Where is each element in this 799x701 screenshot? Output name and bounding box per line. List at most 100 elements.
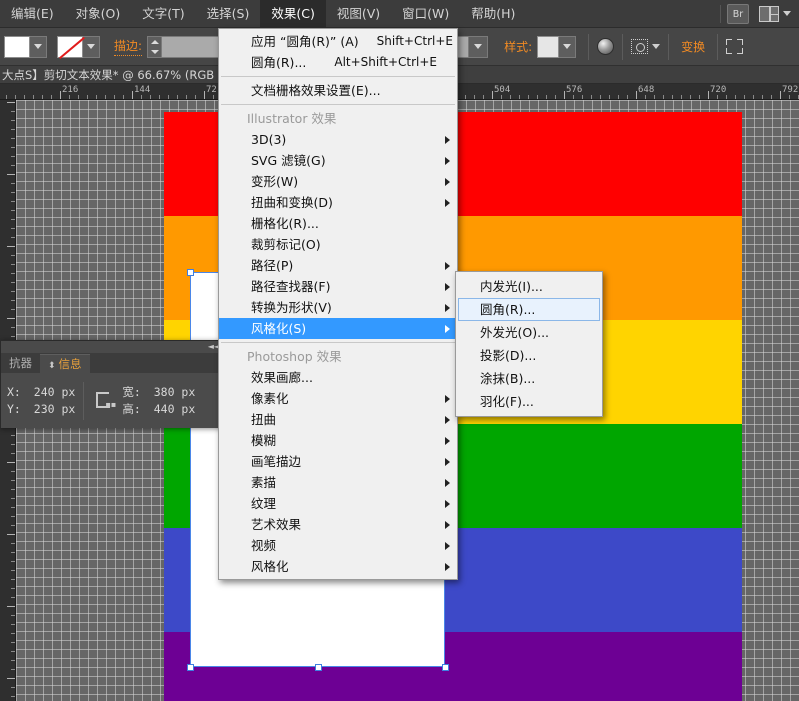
menu-help[interactable]: 帮助(H) [460,0,526,28]
stylize-submenu[interactable]: 内发光(I)... 圆角(R)... 外发光(O)... 投影(D)... 涂抹(B).… [455,271,603,417]
ruler-minor-tick [177,95,178,99]
ruler-label: 504 [494,85,511,95]
fill-swatch-group[interactable] [4,35,47,58]
info-panel-titlebar[interactable]: ◄◄ [1,341,223,353]
ruler-major-tick [564,91,565,99]
menu-item-shortcut: Shift+Ctrl+E [376,34,453,48]
ruler-label: 216 [62,85,79,95]
stroke-weight-stepper[interactable] [147,35,163,58]
menu-item-13[interactable]: 路径查找器(F) [219,276,457,297]
menu-item-6[interactable]: 3D(3) [219,129,457,150]
submenu-item-3[interactable]: 投影(D)... [456,344,602,367]
ruler-minor-tick [717,95,718,99]
ruler-minor-tick [141,95,142,99]
ruler-minor-tick [15,95,16,99]
menu-item-18[interactable]: 效果画廊... [219,367,457,388]
menu-item-11[interactable]: 裁剪标记(O) [219,234,457,255]
style-dropdown[interactable] [559,35,577,58]
fill-dropdown-button[interactable] [30,35,47,58]
menu-item-9[interactable]: 扭曲和变换(D) [219,192,457,213]
crop-marks-icon[interactable] [726,39,744,54]
menu-edit[interactable]: 编辑(E) [0,0,65,28]
info-panel-body: X: 240 px Y: 230 px ▪▪ 宽: 380 px 高: 440 … [1,373,223,428]
menu-item-23[interactable]: 素描 [219,472,457,493]
menu-item-27[interactable]: 风格化 [219,556,457,577]
menu-item-14[interactable]: 转换为形状(V) [219,297,457,318]
ruler-minor-tick [78,95,79,99]
info-panel-divider [83,381,85,420]
panel-tab-aligner[interactable]: 抗器 [1,354,40,373]
menu-item-1[interactable]: 圆角(R)... Alt+Shift+Ctrl+E [219,52,457,73]
submenu-arrow-icon [445,394,450,403]
submenu-item-0[interactable]: 内发光(I)... [456,275,602,298]
ruler-major-tick [708,91,709,99]
ruler-minor-tick [11,156,15,157]
menu-effect[interactable]: 效果(C) [260,0,326,28]
info-panel[interactable]: ◄◄ 抗器 ⬍ 信息 X: 240 px Y: 230 px ▪▪ 宽: 380… [0,340,224,428]
ruler-minor-tick [753,95,754,99]
submenu-item-label: 圆角(R)... [480,302,536,317]
menu-item-15[interactable]: 风格化(S) [219,318,457,339]
menu-item-21[interactable]: 模糊 [219,430,457,451]
grip-icon: ⬍ [48,361,56,371]
stroke-swatch-group[interactable] [57,35,100,58]
ruler-minor-tick [735,95,736,99]
submenu-item-label: 投影(D)... [480,348,537,363]
ruler-minor-tick [510,95,511,99]
select-similar-button[interactable] [631,39,661,54]
fill-swatch[interactable] [4,35,30,58]
style-swatch[interactable] [537,35,560,58]
submenu-arrow-icon [445,562,450,571]
menu-item-22[interactable]: 画笔描边 [219,451,457,472]
menu-item-label: 转换为形状(V) [251,300,332,315]
stroke-swatch-none[interactable] [57,35,83,58]
stroke-label[interactable]: 描边: [114,37,143,56]
info-xy-column: X: 240 px Y: 230 px [7,384,75,418]
menu-item-20[interactable]: 扭曲 [219,409,457,430]
submenu-item-5[interactable]: 羽化(F)... [456,390,602,413]
submenu-item-2[interactable]: 外发光(O)... [456,321,602,344]
style-group[interactable] [537,35,577,58]
ruler-major-tick [7,678,15,679]
submenu-item-1[interactable]: 圆角(R)... [458,298,600,321]
menu-item-3[interactable]: 文档栅格效果设置(E)... [219,80,457,101]
ruler-minor-tick [771,95,772,99]
chevron-down-icon [474,44,483,49]
menu-item-26[interactable]: 视频 [219,535,457,556]
opacity-dropdown[interactable] [469,35,489,58]
menu-select[interactable]: 选择(S) [196,0,261,28]
menu-section-header: Photoshop 效果 [219,346,457,367]
submenu-arrow-icon [445,520,450,529]
menu-item-0[interactable]: 应用 “圆角(R)” (A) Shift+Ctrl+E [219,31,457,52]
control-divider-4 [717,33,719,60]
menu-item-7[interactable]: SVG 滤镜(G) [219,150,457,171]
menu-item-10[interactable]: 栅格化(R)... [219,213,457,234]
stroke-dropdown-button[interactable] [83,35,100,58]
menu-item-12[interactable]: 路径(P) [219,255,457,276]
menu-view[interactable]: 视图(V) [326,0,391,28]
ruler-minor-tick [11,507,15,508]
arrange-documents-button[interactable] [759,5,791,22]
bridge-icon[interactable]: Br [727,3,749,24]
submenu-arrow-icon [445,499,450,508]
menu-type[interactable]: 文字(T) [131,0,195,28]
menu-window[interactable]: 窗口(W) [391,0,460,28]
menu-item-24[interactable]: 纹理 [219,493,457,514]
transform-button[interactable]: 变换 [677,38,709,55]
submenu-arrow-icon [445,415,450,424]
submenu-arrow-icon [445,156,450,165]
menu-item-19[interactable]: 像素化 [219,388,457,409]
globe-icon[interactable] [597,38,615,55]
crop-corner-tr [737,39,744,45]
style-label[interactable]: 样式: [504,38,532,56]
submenu-item-4[interactable]: 涂抹(B)... [456,367,602,390]
info-x-row: X: 240 px [7,384,75,401]
effect-dropdown-menu[interactable]: 应用 “圆角(R)” (A) Shift+Ctrl+E 圆角(R)... Alt+Sh… [218,28,458,580]
menu-object[interactable]: 对象(O) [65,0,132,28]
panel-tab-info[interactable]: ⬍ 信息 [40,354,90,373]
ruler-label: 720 [710,85,727,95]
ruler-minor-tick [87,95,88,99]
ruler-minor-tick [11,516,15,517]
menu-item-25[interactable]: 艺术效果 [219,514,457,535]
menu-item-8[interactable]: 变形(W) [219,171,457,192]
